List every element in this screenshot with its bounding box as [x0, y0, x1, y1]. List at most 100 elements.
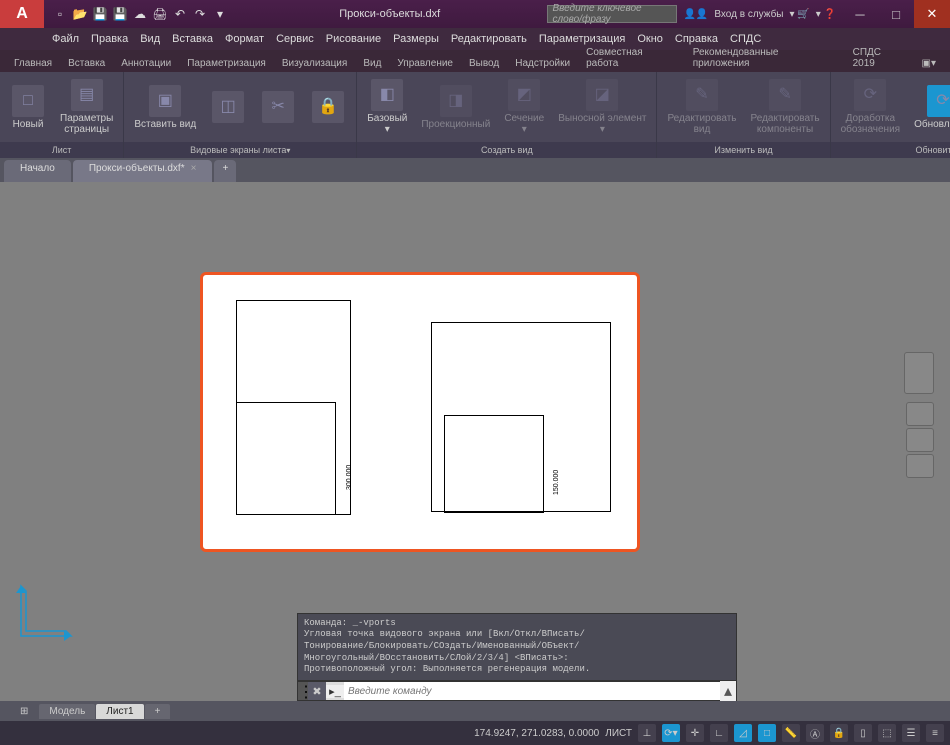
doc-tab-file[interactable]: Прокси-объекты.dxf*× [73, 160, 213, 182]
status-lock-icon[interactable]: 🔒 [830, 724, 848, 742]
close-button[interactable]: ✕ [914, 0, 950, 28]
edit-comp-btn: ✎Редактировать компоненты [747, 77, 824, 137]
page-setup-btn[interactable]: ▤Параметры страницы [56, 77, 117, 137]
status-refresh-icon[interactable]: ⟳▾ [662, 724, 680, 742]
command-input[interactable] [344, 682, 720, 700]
new-layout-btn[interactable]: □Новый [6, 83, 50, 132]
status-osnap-icon[interactable]: □ [758, 724, 776, 742]
vp-lock-btn[interactable]: 🔒 [306, 89, 350, 125]
panel-title[interactable]: Видовые экраны листа [124, 142, 356, 158]
qat-dropdown-icon[interactable]: ▾ [212, 6, 228, 22]
vp-clip-btn-icon: ✂ [262, 91, 294, 123]
menu-tools[interactable]: Сервис [276, 33, 314, 45]
canvas-area[interactable]: 300.000 150.000 Команда: _-vportsУгловая… [0, 182, 950, 701]
qat-plot-icon[interactable]: 🖨 [152, 6, 168, 22]
close-doc-icon[interactable]: × [191, 163, 197, 174]
menu-file[interactable]: Файл [52, 33, 79, 45]
vp-lock-btn-icon: 🔒 [312, 91, 344, 123]
vp-clip-btn[interactable]: ✂ [256, 89, 300, 125]
maximize-button[interactable]: □ [878, 0, 914, 28]
signin-button[interactable]: Вход в службы [714, 9, 783, 20]
doc-tab-start[interactable]: Начало [4, 160, 71, 182]
app-window: A ▫ 📂 💾 💾 ☁ 🖨 ↶ ↷ ▾ Прокси-объекты.dxf В… [0, 0, 950, 745]
cmd-recent-icon[interactable]: ▴ [720, 681, 736, 701]
ltab-sheet1[interactable]: Лист1 [96, 704, 143, 719]
ltab-expand-icon[interactable]: ⊞ [10, 704, 38, 719]
status-snap-icon[interactable]: ✛ [686, 724, 704, 742]
ribbon-tab-spds[interactable]: СПДС 2019 [845, 44, 914, 72]
document-tabs: Начало Прокси-объекты.dxf*× + [0, 158, 950, 182]
title-right: 👤👤 Вход в службы ▾ 🛒 ▾ ❓ [677, 9, 842, 20]
app-menu-button[interactable]: A [0, 0, 44, 28]
menu-format[interactable]: Формат [225, 33, 264, 45]
status-scale-icon[interactable]: 📏 [782, 724, 800, 742]
status-custom-icon[interactable]: ≡ [926, 724, 944, 742]
ribbon-tab-output[interactable]: Вывод [461, 55, 507, 72]
status-ortho-icon[interactable]: ∟ [710, 724, 728, 742]
menu-insert[interactable]: Вставка [172, 33, 213, 45]
ribbon-tab-featured[interactable]: Рекомендованные приложения [685, 44, 845, 72]
ribbon-tab-cycle-icon[interactable]: ▣▾ [914, 55, 944, 72]
ribbon-tab-view[interactable]: Вид [355, 55, 389, 72]
ltab-add[interactable]: + [145, 704, 171, 719]
insert-view-btn[interactable]: ▣Вставить вид [130, 83, 200, 132]
drawing-rect-inner [444, 415, 544, 513]
ribbon-tab-insert[interactable]: Вставка [60, 55, 113, 72]
auto-update-btn[interactable]: ⟳Обновление [910, 83, 950, 132]
qat-redo-icon[interactable]: ↷ [192, 6, 208, 22]
ribbon-tab-strip: Главная Вставка Аннотации Параметризация… [0, 50, 950, 72]
nav-zoom-icon[interactable] [906, 454, 934, 478]
qat-undo-icon[interactable]: ↶ [172, 6, 188, 22]
status-units-icon[interactable]: ⬚ [878, 724, 896, 742]
viewcube[interactable] [904, 352, 934, 394]
ribbon-tab-visualize[interactable]: Визуализация [274, 55, 355, 72]
qat-save-icon[interactable]: 💾 [92, 6, 108, 22]
ucs-icon[interactable] [16, 581, 76, 641]
menu-modify[interactable]: Редактировать [451, 33, 527, 45]
base-view-btn[interactable]: ◧Базовый ▾ [363, 77, 411, 137]
nav-wheel-icon[interactable] [906, 402, 934, 426]
vp-rect-btn[interactable]: ◫ [206, 89, 250, 125]
qat-open-icon[interactable]: 📂 [72, 6, 88, 22]
menu-edit[interactable]: Правка [91, 33, 128, 45]
qat-cloud-icon[interactable]: ☁ [132, 6, 148, 22]
cmd-grip-icon[interactable]: ⋮⋮ [298, 682, 308, 700]
ribbon-tab-manage[interactable]: Управление [389, 55, 461, 72]
titlebar: A ▫ 📂 💾 💾 ☁ 🖨 ↶ ↷ ▾ Прокси-объекты.dxf В… [0, 0, 950, 28]
panel-title: Лист [0, 142, 123, 158]
ribbon-tab-home[interactable]: Главная [6, 55, 60, 72]
status-anno-icon[interactable]: Ⓐ [806, 724, 824, 742]
status-qp-icon[interactable]: ☰ [902, 724, 920, 742]
base-view-btn-icon: ◧ [371, 79, 403, 111]
ribbon-tab-addins[interactable]: Надстройки [507, 55, 578, 72]
menu-dimension[interactable]: Размеры [393, 33, 439, 45]
help-icon[interactable]: ▾ ❓ [816, 9, 836, 20]
menu-draw[interactable]: Рисование [326, 33, 381, 45]
qat-saveas-icon[interactable]: 💾 [112, 6, 128, 22]
status-grid-icon[interactable]: ⊥ [638, 724, 656, 742]
user-icon[interactable]: 👤👤 [683, 9, 708, 20]
command-line: Команда: _-vportsУгловая точка видового … [297, 613, 737, 701]
doc-tab-new[interactable]: + [214, 160, 236, 182]
ribbon-tab-annotate[interactable]: Аннотации [113, 55, 179, 72]
menu-view[interactable]: Вид [140, 33, 160, 45]
status-polar-icon[interactable]: ◿ [734, 724, 752, 742]
qat-new-icon[interactable]: ▫ [52, 6, 68, 22]
insert-view-btn-icon: ▣ [149, 85, 181, 117]
ribbon-tab-collab[interactable]: Совместная работа [578, 44, 685, 72]
dim-label: 300.000 [346, 465, 353, 490]
nav-pan-icon[interactable] [906, 428, 934, 452]
cmd-customize-icon[interactable]: ✖ [308, 682, 326, 700]
ltab-model[interactable]: Модель [39, 704, 95, 719]
projected-view-btn-icon: ◨ [440, 85, 472, 117]
viewport-1[interactable]: 300.000 [221, 300, 409, 524]
viewport-2[interactable]: 150.000 [431, 300, 619, 524]
status-mode[interactable]: ЛИСТ [605, 728, 632, 739]
layout-tabs: ⊞ Модель Лист1 + [0, 701, 950, 721]
ribbon-panel: □Новый▤Параметры страницы Лист ▣Вставить в… [0, 72, 950, 158]
minimize-button[interactable]: ─ [842, 0, 878, 28]
search-input[interactable]: Введите ключевое слово/фразу [547, 5, 677, 23]
status-select-icon[interactable]: ▯ [854, 724, 872, 742]
cart-icon[interactable]: ▾ 🛒 [790, 9, 810, 20]
ribbon-tab-parametric[interactable]: Параметризация [179, 55, 274, 72]
